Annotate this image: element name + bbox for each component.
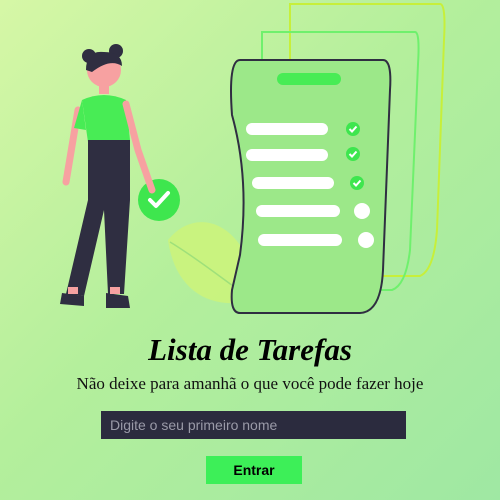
- hero-illustration: [60, 3, 446, 314]
- page-title: Lista de Tarefas: [148, 332, 352, 367]
- enter-button[interactable]: Entrar: [206, 456, 302, 484]
- woman-figure: [60, 44, 156, 308]
- task-line: [246, 123, 328, 135]
- page-subtitle: Não deixe para amanhã o que você pode fa…: [76, 374, 424, 393]
- first-name-input[interactable]: [101, 411, 406, 439]
- empty-circle-icon: [358, 232, 374, 248]
- task-line: [252, 177, 334, 189]
- empty-circle-icon: [354, 203, 370, 219]
- task-line: [256, 205, 340, 217]
- task-line: [246, 149, 328, 161]
- task-line: [258, 234, 342, 246]
- document-header-bar: [277, 73, 341, 85]
